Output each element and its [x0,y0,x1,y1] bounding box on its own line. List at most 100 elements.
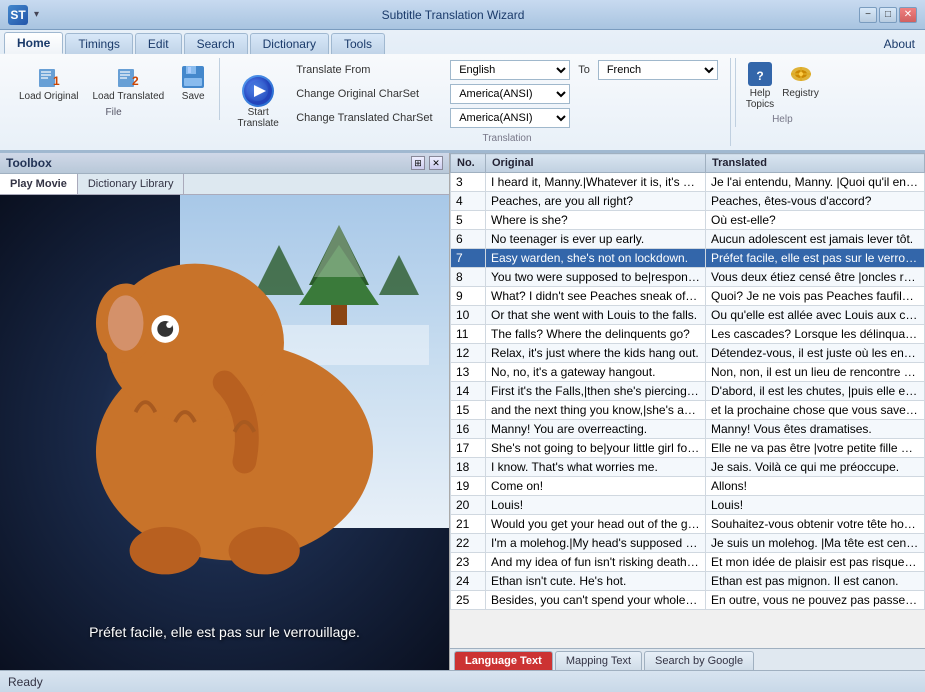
table-row[interactable]: 6 No teenager is ever up early. Aucun ad… [451,230,925,249]
table-row[interactable]: 24 Ethan isn't cute. He's hot. Ethan est… [451,572,925,591]
charset-translated-select[interactable]: America(ANSI) [450,108,570,128]
translate-to-select[interactable]: French [598,60,718,80]
table-row[interactable]: 15 and the next thing you know,|she's ad… [451,401,925,420]
save-label: Save [182,91,205,102]
cell-original: Relax, it's just where the kids hang out… [486,344,706,363]
load-original-button[interactable]: 1 Load Original [14,60,83,105]
ribbon-content: 1 Load Original 2 [0,54,925,151]
cell-translated: Où est-elle? [706,211,925,230]
toolbox-tabs: Play Movie Dictionary Library [0,174,449,195]
cell-translated: Je sais. Voilà ce qui me préoccupe. [706,458,925,477]
cell-original: No, no, it's a gateway hangout. [486,363,706,382]
cell-no: 25 [451,591,486,610]
bottom-tab-language-text[interactable]: Language Text [454,651,553,670]
translate-from-select[interactable]: English [450,60,570,80]
cell-original: Or that she went with Louis to the falls… [486,306,706,325]
bottom-tab-search-google[interactable]: Search by Google [644,651,754,670]
table-row[interactable]: 11 The falls? Where the delinquents go? … [451,325,925,344]
cell-translated: D'abord, il est les chutes, |puis elle e… [706,382,925,401]
cell-original: First it's the Falls,|then she's piercin… [486,382,706,401]
charset-translated-row: Change Translated CharSet America(ANSI) [296,108,718,128]
table-row[interactable]: 13 No, no, it's a gateway hangout. Non, … [451,363,925,382]
table-row[interactable]: 22 I'm a molehog.|My head's supposed to … [451,534,925,553]
save-button[interactable]: Save [173,60,213,105]
cell-translated: Ou qu'elle est allée avec Louis aux chut… [706,306,925,325]
cell-original: I know. That's what worries me. [486,458,706,477]
table-row[interactable]: 7 Easy warden, she's not on lockdown. Pr… [451,249,925,268]
toolbox-title: Toolbox [6,156,52,170]
registry-button[interactable]: Registry [782,60,819,110]
col-translated: Translated [706,154,925,173]
cell-original: I'm a molehog.|My head's supposed to b..… [486,534,706,553]
table-row[interactable]: 8 You two were supposed to be|responsib.… [451,268,925,287]
minimize-button[interactable]: − [859,7,877,23]
start-translate-label: StartTranslate [238,107,279,129]
status-text: Ready [8,675,43,689]
maximize-button[interactable]: □ [879,7,897,23]
toolbox-close-button[interactable]: ✕ [429,156,443,170]
tab-dictionary[interactable]: Dictionary [250,33,329,54]
cell-translated: Vous deux étiez censé être |oncles resp.… [706,268,925,287]
cell-translated: Peaches, êtes-vous d'accord? [706,192,925,211]
close-button[interactable]: ✕ [899,7,917,23]
about-button[interactable]: About [874,34,925,54]
table-row[interactable]: 4 Peaches, are you all right? Peaches, ê… [451,192,925,211]
cell-original: and the next thing you know,|she's addi.… [486,401,706,420]
table-row[interactable]: 3 I heard it, Manny.|Whatever it is, it'… [451,173,925,192]
video-area: Préfet facile, elle est pas sur le verro… [0,195,449,670]
save-icon [179,63,207,91]
cell-no: 6 [451,230,486,249]
cell-no: 23 [451,553,486,572]
table-row[interactable]: 20 Louis! Louis! [451,496,925,515]
cell-no: 10 [451,306,486,325]
cell-no: 15 [451,401,486,420]
cell-no: 11 [451,325,486,344]
toolbox-tab-dictionary-library[interactable]: Dictionary Library [78,174,185,194]
pin-icon[interactable]: ▾ [34,9,39,20]
cell-translated: Les cascades? Lorsque les délinquants v.… [706,325,925,344]
tab-timings[interactable]: Timings [65,33,133,54]
load-translated-label: Load Translated [92,91,164,102]
cell-translated: Ethan est pas mignon. Il est canon. [706,572,925,591]
translate-from-label: Translate From [296,64,446,76]
bottom-tab-mapping-text[interactable]: Mapping Text [555,651,642,670]
cell-original: Louis! [486,496,706,515]
tab-search[interactable]: Search [184,33,248,54]
help-topics-button[interactable]: ? Help Topics [746,60,774,110]
toolbox-tab-play-movie[interactable]: Play Movie [0,174,78,194]
cell-original: Where is she? [486,211,706,230]
tab-home[interactable]: Home [4,32,63,54]
table-row[interactable]: 14 First it's the Falls,|then she's pier… [451,382,925,401]
table-row[interactable]: 9 What? I didn't see Peaches sneak off|m… [451,287,925,306]
translate-to-label: To [578,64,590,76]
table-row[interactable]: 10 Or that she went with Louis to the fa… [451,306,925,325]
table-row[interactable]: 17 She's not going to be|your little gir… [451,439,925,458]
translation-group-label: Translation [296,133,718,144]
subtitle-table: No. Original Translated 3 I heard it, Ma… [450,153,925,610]
tab-tools[interactable]: Tools [331,33,385,54]
table-row[interactable]: 25 Besides, you can't spend your whole l… [451,591,925,610]
table-row[interactable]: 16 Manny! You are overreacting. Manny! V… [451,420,925,439]
tab-edit[interactable]: Edit [135,33,182,54]
svg-text:?: ? [756,69,763,83]
toolbox-panel: Toolbox ⊞ ✕ Play Movie Dictionary Librar… [0,153,450,670]
table-row[interactable]: 12 Relax, it's just where the kids hang … [451,344,925,363]
cell-original: I heard it, Manny.|Whatever it is, it's … [486,173,706,192]
cell-no: 18 [451,458,486,477]
load-translated-button[interactable]: 2 Load Translated [87,60,169,105]
table-row[interactable]: 5 Where is she? Où est-elle? [451,211,925,230]
cell-translated: Quoi? Je ne vois pas Peaches faufiler of… [706,287,925,306]
table-row[interactable]: 21 Would you get your head out of the gr… [451,515,925,534]
table-row[interactable]: 23 And my idea of fun isn't risking deat… [451,553,925,572]
cell-original: Easy warden, she's not on lockdown. [486,249,706,268]
table-row[interactable]: 19 Come on! Allons! [451,477,925,496]
charset-original-select[interactable]: America(ANSI) [450,84,570,104]
video-content: Préfet facile, elle est pas sur le verro… [0,195,449,670]
table-row[interactable]: 18 I know. That's what worries me. Je sa… [451,458,925,477]
cell-no: 19 [451,477,486,496]
subtitle-table-container[interactable]: No. Original Translated 3 I heard it, Ma… [450,153,925,648]
file-group: 1 Load Original 2 [8,58,220,120]
toolbox-pin-button[interactable]: ⊞ [411,156,425,170]
start-translate-button[interactable]: StartTranslate [228,71,288,133]
cell-original: Manny! You are overreacting. [486,420,706,439]
